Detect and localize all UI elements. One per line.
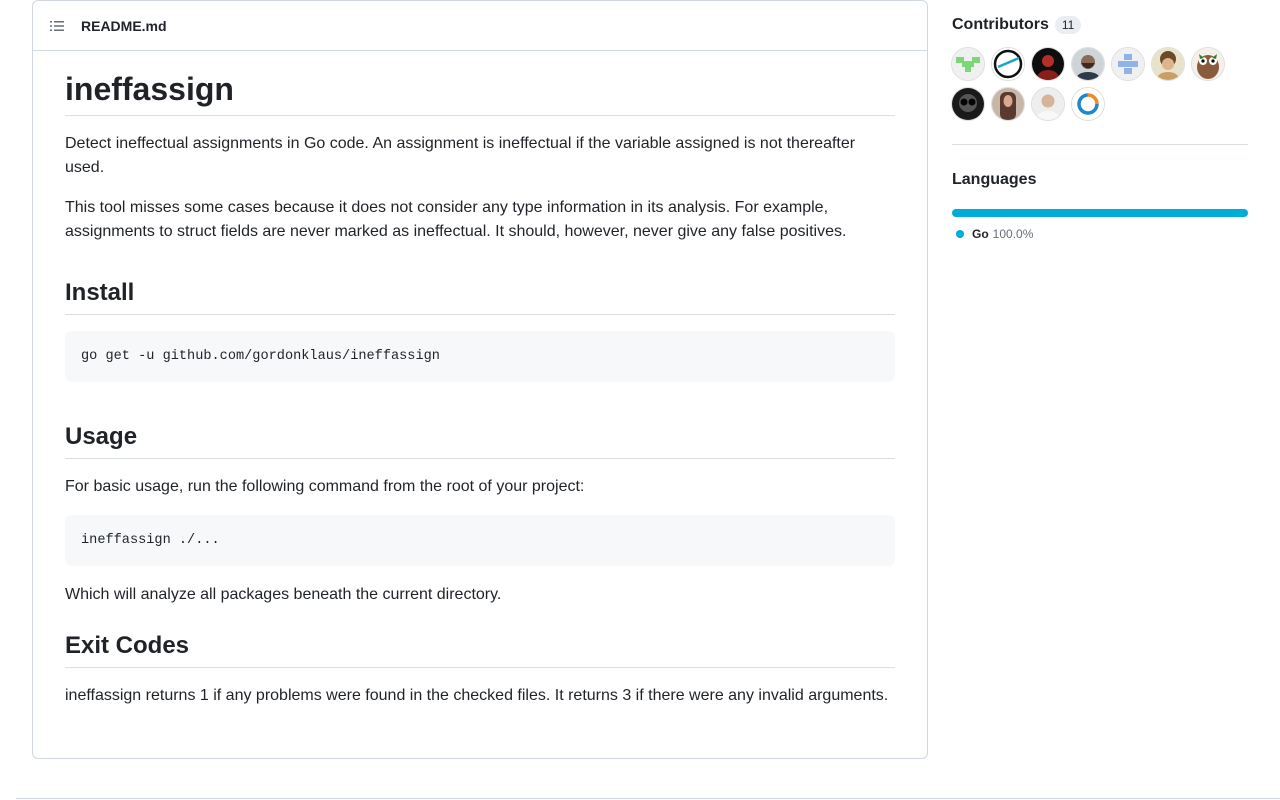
intro-paragraph-2: This tool misses some cases because it d… (65, 199, 847, 240)
install-heading: Install (65, 278, 895, 315)
sunglasses-portrait-avatar[interactable] (952, 88, 984, 120)
usage-after-paragraph: Which will analyze all packages beneath … (65, 586, 502, 603)
usage-paragraph: For basic usage, run the following comma… (65, 478, 585, 495)
bald-portrait-avatar[interactable] (1032, 88, 1064, 120)
identicon-blue-avatar[interactable] (1112, 48, 1144, 80)
install-command: go get -u github.com/gordonklaus/ineffas… (81, 349, 440, 364)
languages-bar (952, 209, 1248, 217)
contributors-title: Contributors (952, 16, 1049, 33)
readme-title: ineffassign (65, 51, 895, 116)
contributors-heading[interactable]: Contributors 11 (952, 16, 1248, 34)
exit-codes-paragraph: ineffassign returns 1 if any problems we… (65, 687, 889, 704)
identicon-green-avatar[interactable] (952, 48, 984, 80)
gopher-avatar[interactable] (1192, 48, 1224, 80)
usage-code-block[interactable]: ineffassign ./... (65, 515, 895, 566)
readme-content: ineffassign Detect ineffectual assignmen… (33, 51, 927, 708)
contributors-count: 11 (1054, 16, 1082, 34)
readme-filename[interactable]: README.md (81, 18, 167, 34)
readme-header: README.md (33, 1, 927, 51)
red-portrait-avatar[interactable] (1032, 48, 1064, 80)
language-item-go[interactable]: Go 100.0% (952, 227, 1248, 241)
swoosh-logo-avatar[interactable] (992, 48, 1024, 80)
curly-hair-portrait-avatar[interactable] (1152, 48, 1184, 80)
exit-codes-heading: Exit Codes (65, 631, 895, 668)
intro-paragraph-1: Detect ineffectual assignments in Go cod… (65, 135, 856, 176)
contributors-section: Contributors 11 (952, 0, 1248, 128)
install-code-block[interactable]: go get -u github.com/gordonklaus/ineffas… (65, 331, 895, 382)
footer-divider (16, 798, 1280, 799)
language-percent: 100.0% (992, 227, 1034, 241)
readme-panel: README.md ineffassign Detect ineffectual… (32, 0, 928, 759)
bearded-portrait-avatar[interactable] (1072, 48, 1104, 80)
long-hair-portrait-avatar[interactable] (992, 88, 1024, 120)
languages-section: Languages Go 100.0% (952, 145, 1248, 241)
ring-logo-avatar[interactable] (1072, 88, 1104, 120)
languages-heading: Languages (952, 171, 1037, 188)
usage-command: ineffassign ./... (81, 533, 220, 548)
usage-heading: Usage (65, 422, 895, 459)
repo-sidebar: Contributors 11 Languages Go 100.0% (952, 0, 1248, 241)
go-language-dot (956, 230, 964, 238)
table-of-contents-icon[interactable] (49, 18, 65, 34)
language-name: Go (972, 227, 989, 241)
contributor-avatars (952, 48, 1248, 128)
